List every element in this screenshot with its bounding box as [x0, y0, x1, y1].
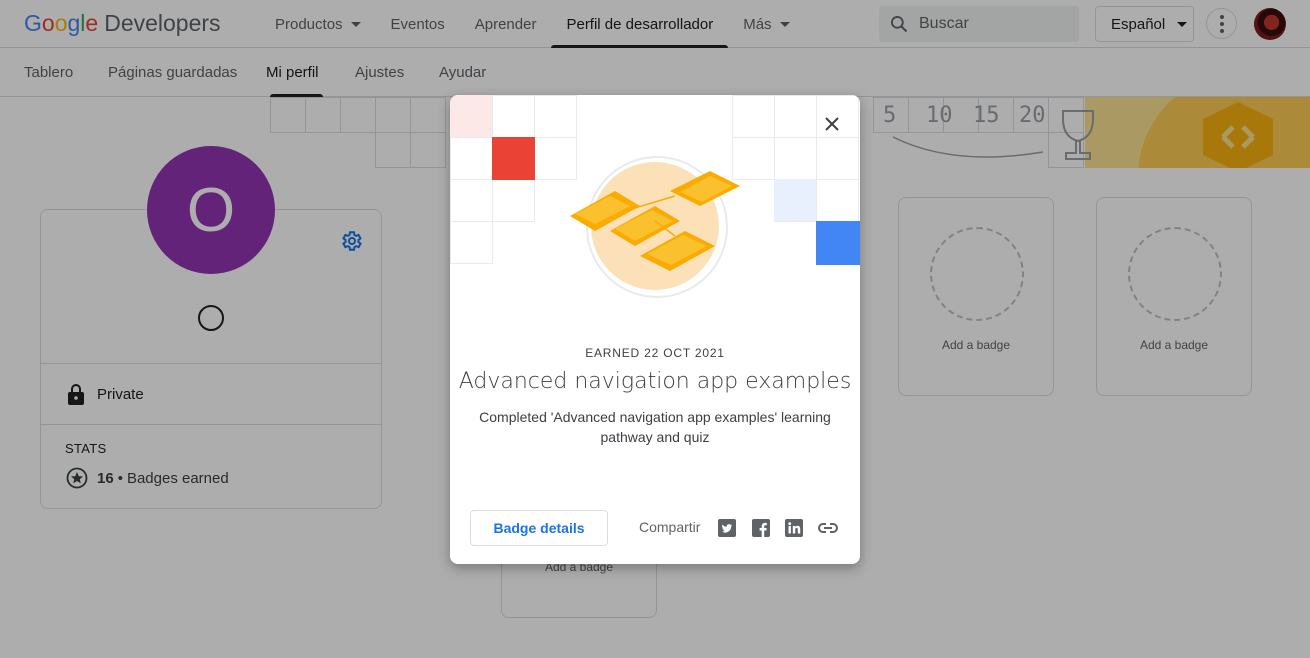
badge-details-button[interactable]: Badge details: [470, 510, 608, 546]
close-icon: [825, 117, 839, 131]
linkedin-icon[interactable]: [785, 519, 803, 537]
badge-description: Completed 'Advanced navigation app examp…: [479, 409, 831, 445]
close-button[interactable]: [818, 110, 846, 138]
facebook-icon[interactable]: [752, 519, 770, 537]
earned-date: EARNED 22 OCT 2021: [585, 346, 725, 360]
badge-illustration: [450, 95, 860, 298]
badge-dialog: EARNED 22 OCT 2021 Advanced navigation a…: [450, 95, 860, 564]
badge-title: Advanced navigation app examples: [458, 369, 852, 394]
twitter-icon[interactable]: [718, 519, 736, 537]
share-label: Compartir: [639, 519, 701, 535]
link-icon[interactable]: [818, 519, 838, 537]
